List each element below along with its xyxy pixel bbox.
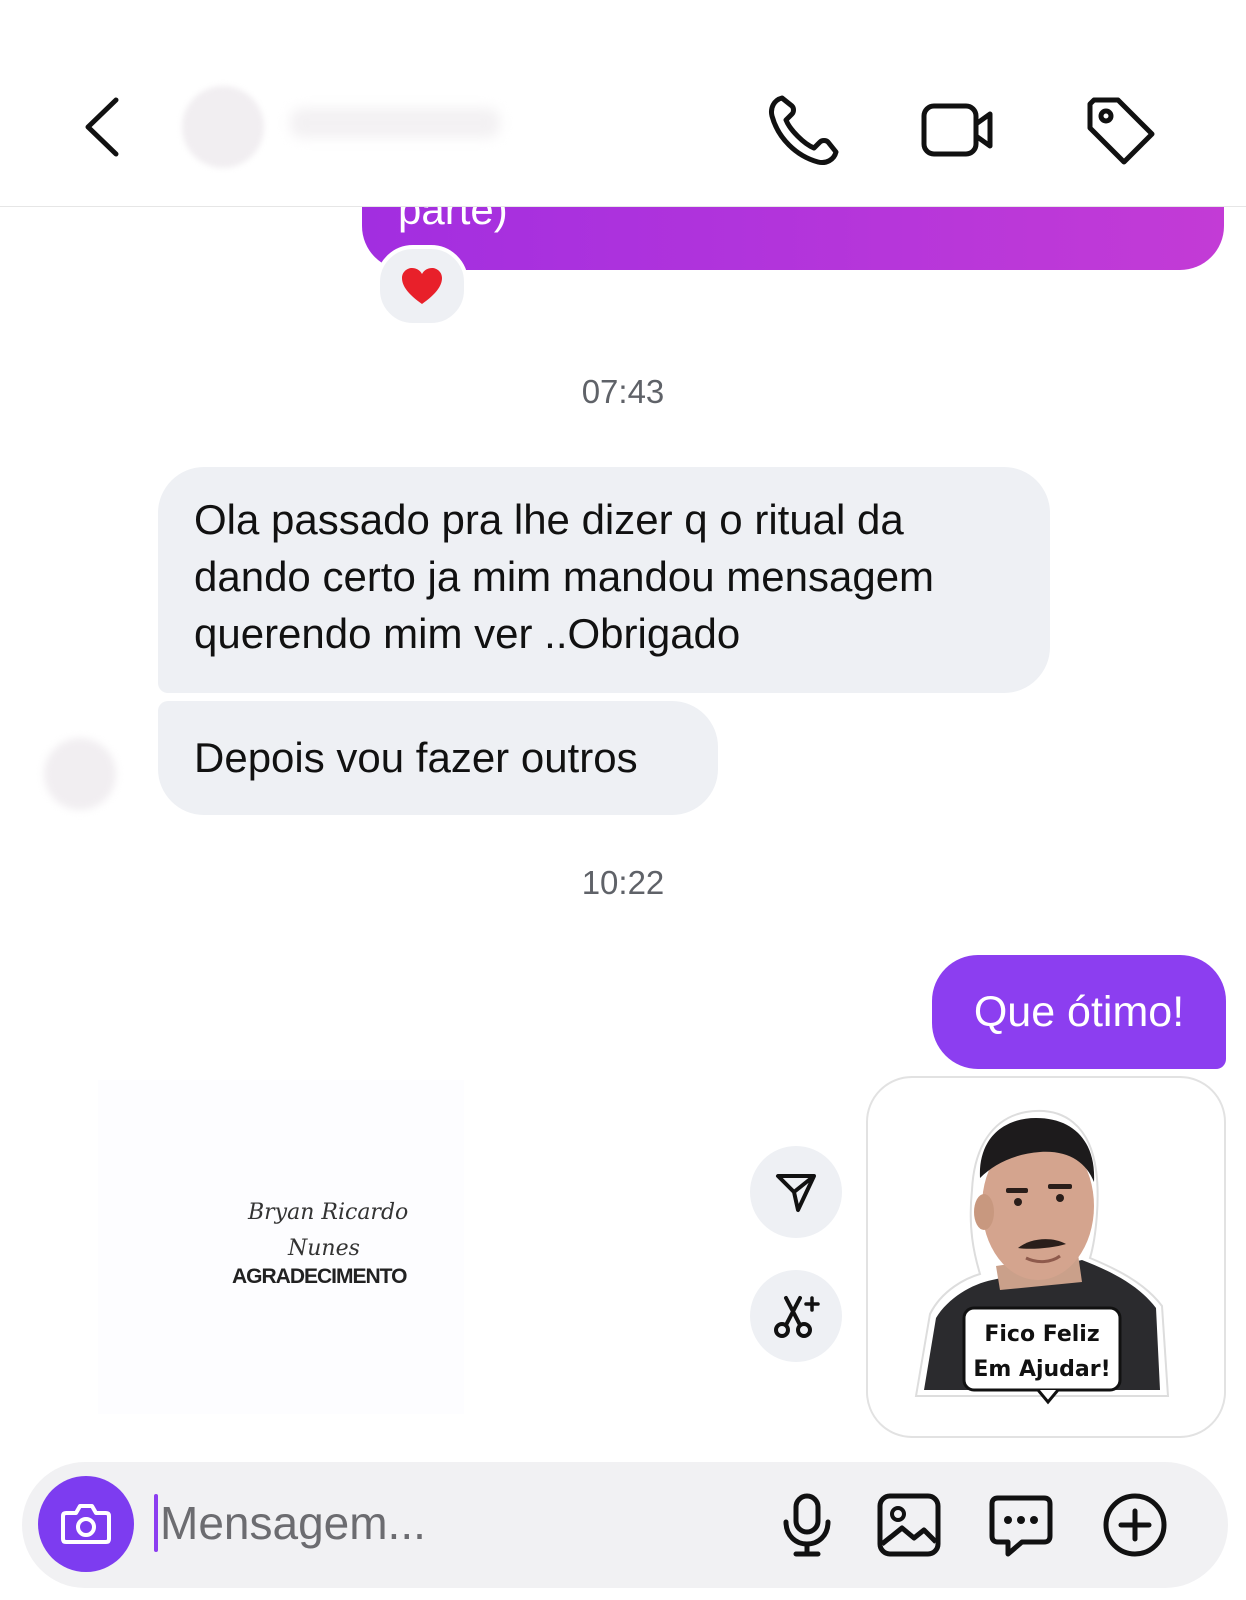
gallery-icon[interactable] bbox=[874, 1490, 944, 1560]
contact-avatar[interactable] bbox=[182, 86, 264, 168]
message-line: Ola passado pra lhe dizer q o ritual da bbox=[194, 496, 904, 543]
watermark-name: Nunes bbox=[288, 1236, 360, 1261]
incoming-message[interactable]: Depois vou fazer outros bbox=[158, 701, 718, 815]
message-line: querendo mim ver ..Obrigado bbox=[194, 610, 741, 657]
chat-bubble-icon[interactable] bbox=[986, 1490, 1056, 1560]
watermark-title: AGRADECIMENTO bbox=[232, 1265, 407, 1288]
chevron-left-icon[interactable] bbox=[76, 92, 136, 162]
forward-button[interactable] bbox=[750, 1146, 842, 1238]
tag-icon[interactable] bbox=[1080, 90, 1160, 170]
heart-icon bbox=[402, 268, 442, 304]
sticker-caption: Fico Feliz bbox=[984, 1322, 1099, 1347]
contact-name-redacted[interactable] bbox=[290, 108, 500, 138]
plus-circle-icon[interactable] bbox=[1100, 1490, 1170, 1560]
message-line: dando certo ja mim mandou mensagem bbox=[194, 553, 935, 600]
timestamp: 10:22 bbox=[581, 864, 665, 901]
timestamp: 07:43 bbox=[581, 373, 665, 410]
microphone-icon[interactable] bbox=[772, 1490, 842, 1560]
watermark-name: Bryan Ricardo bbox=[248, 1200, 409, 1225]
phone-icon[interactable] bbox=[764, 90, 844, 170]
sticker-caption: Em Ajudar! bbox=[973, 1357, 1110, 1382]
watermark-area bbox=[98, 1080, 464, 1414]
camera-icon bbox=[61, 1504, 111, 1544]
chat-header bbox=[0, 0, 1246, 207]
sticker-image: Fico Feliz Em Ajudar! bbox=[914, 1110, 1170, 1405]
sticker-message[interactable]: Fico Feliz Em Ajudar! bbox=[866, 1076, 1226, 1438]
outgoing-message[interactable]: Que ótimo! bbox=[932, 955, 1226, 1069]
video-camera-icon[interactable] bbox=[918, 90, 998, 170]
incoming-message[interactable]: Ola passado pra lhe dizer q o ritual da … bbox=[158, 467, 1050, 693]
sender-avatar[interactable] bbox=[44, 738, 116, 810]
scissors-sparkle-icon bbox=[774, 1296, 820, 1338]
heart-reaction[interactable] bbox=[376, 245, 468, 327]
text-cursor bbox=[154, 1494, 158, 1552]
message-input[interactable] bbox=[160, 1490, 720, 1556]
paper-plane-icon bbox=[776, 1174, 816, 1212]
remix-button[interactable] bbox=[750, 1270, 842, 1362]
camera-button[interactable] bbox=[38, 1476, 134, 1572]
